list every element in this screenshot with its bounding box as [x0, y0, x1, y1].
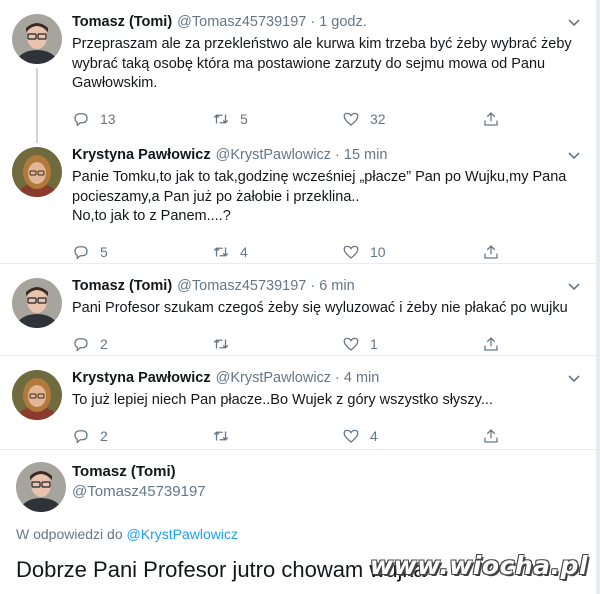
share-button[interactable]: [482, 427, 500, 445]
caret-down-icon[interactable]: [566, 280, 582, 294]
avatar-tomasz[interactable]: [16, 462, 66, 512]
retweet-button[interactable]: 5: [212, 110, 342, 128]
user-handle[interactable]: @KrystPawlowicz: [216, 368, 331, 388]
timestamp[interactable]: 6 min: [319, 276, 354, 296]
avatar-tomasz[interactable]: [12, 14, 62, 64]
tweet-text-line: Panie Tomku,to jak to tak,godzinę wcześn…: [72, 169, 567, 185]
share-button[interactable]: [482, 335, 500, 353]
like-icon: [343, 337, 359, 351]
reply-to-link[interactable]: @KrystPawlowicz: [127, 526, 238, 542]
reply-prefix: W odpowiedzi do: [16, 526, 123, 542]
tweet-2[interactable]: Krystyna Pawłowicz @KrystPawlowicz · 15 …: [0, 133, 600, 264]
separator-dot: ·: [310, 278, 316, 294]
tweet-text-line: To już lepiej niech Pan płacze..Bo Wujek…: [72, 392, 493, 408]
tweet-text-line: wybrać taką osobę która ma postawione za…: [72, 55, 546, 72]
retweet-count: 4: [240, 243, 248, 260]
timestamp[interactable]: 15 min: [344, 145, 388, 165]
tweet-actions: 2 4: [72, 417, 584, 455]
like-button[interactable]: 10: [342, 243, 482, 261]
reply-button[interactable]: 2: [72, 335, 212, 353]
display-name[interactable]: Krystyna Pawłowicz: [72, 145, 211, 165]
separator-dot: ·: [310, 14, 316, 30]
reply-icon: [74, 429, 88, 444]
share-icon: [484, 111, 498, 126]
separator-dot: ·: [335, 370, 340, 386]
caret-down-icon[interactable]: [566, 16, 582, 30]
tweet-4[interactable]: Krystyna Pawłowicz @KrystPawlowicz · 4 m…: [0, 356, 600, 450]
caret-down-icon[interactable]: [566, 149, 582, 163]
reply-count: 13: [100, 110, 116, 127]
like-count: 1: [370, 335, 378, 352]
timestamp[interactable]: 4 min: [344, 368, 379, 388]
display-name[interactable]: Tomasz (Tomi): [72, 276, 172, 296]
reply-icon: [74, 337, 88, 352]
share-icon: [484, 336, 498, 351]
tweet-3[interactable]: Tomasz (Tomi) @Tomasz45739197 · 6 min Pa…: [0, 264, 600, 356]
retweet-count: 5: [240, 110, 248, 127]
tweet-text-line: Gawłowskim.: [72, 75, 158, 91]
display-name[interactable]: Tomasz (Tomi): [72, 12, 172, 32]
reply-count: 2: [100, 335, 108, 352]
tweet-text: Panie Tomku,to jak to tak,godzinę wcześn…: [72, 168, 584, 227]
caret-down-icon[interactable]: [566, 372, 582, 386]
like-icon: [343, 429, 359, 443]
share-button[interactable]: [482, 110, 500, 128]
retweet-button[interactable]: 4: [212, 243, 342, 261]
tweet-1[interactable]: Tomasz (Tomi) @Tomasz45739197 · 1 godz. …: [0, 0, 600, 143]
retweet-icon: [213, 430, 229, 441]
retweet-icon: [213, 338, 229, 349]
like-button[interactable]: 32: [342, 110, 482, 128]
separator-dot: ·: [335, 147, 340, 163]
avatar-tomasz[interactable]: [12, 278, 62, 328]
share-icon: [484, 244, 498, 259]
like-count: 10: [370, 243, 386, 260]
user-handle[interactable]: @Tomasz45739197: [72, 482, 584, 502]
like-icon: [343, 245, 359, 259]
watermark: www.wiocha.pl: [370, 551, 588, 580]
reply-icon: [74, 245, 88, 260]
reply-button[interactable]: 13: [72, 110, 212, 128]
reply-context: W odpowiedzi do @KrystPawlowicz: [16, 526, 584, 542]
reply-count: 5: [100, 243, 108, 260]
user-handle[interactable]: @Tomasz45739197: [177, 276, 306, 296]
user-handle[interactable]: @Tomasz45739197: [177, 12, 306, 32]
reply-icon: [74, 112, 88, 127]
tweet-text-line: Przepraszam ale za przekleństwo ale kurw…: [72, 36, 572, 52]
tweet-text: Pani Profesor szukam czegoś żeby się wyl…: [72, 299, 584, 319]
reply-button[interactable]: 2: [72, 427, 212, 445]
retweet-icon: [213, 246, 229, 257]
tweet-text: Przepraszam ale za przekleństwo ale kurw…: [72, 35, 584, 94]
tweet-text-line: No,to jak to z Panem....?: [72, 208, 231, 224]
tweet-text-line: Pani Profesor szukam czegoś żeby się wyl…: [72, 300, 568, 316]
avatar-krystyna[interactable]: [12, 147, 62, 197]
like-count: 4: [370, 427, 378, 444]
tweet-text-line: pocieszamy,a Pan już po żałobie i przekl…: [72, 188, 360, 205]
like-button[interactable]: 4: [342, 427, 482, 445]
like-count: 32: [370, 110, 386, 127]
share-icon: [484, 428, 498, 443]
display-name[interactable]: Tomasz (Tomi): [72, 463, 176, 480]
share-button[interactable]: [482, 243, 500, 261]
reply-count: 2: [100, 427, 108, 444]
retweet-button[interactable]: [212, 335, 342, 353]
user-handle[interactable]: @KrystPawlowicz: [216, 145, 331, 165]
tweet-actions: 13 5 32: [72, 100, 584, 138]
display-name[interactable]: Krystyna Pawłowicz: [72, 368, 211, 388]
like-button[interactable]: 1: [342, 335, 482, 353]
reply-button[interactable]: 5: [72, 243, 212, 261]
retweet-icon: [213, 113, 229, 124]
retweet-button[interactable]: [212, 427, 342, 445]
thread-line: [36, 68, 38, 143]
avatar-krystyna[interactable]: [12, 370, 62, 420]
timestamp[interactable]: 1 godz.: [319, 12, 367, 32]
tweet-text: To już lepiej niech Pan płacze..Bo Wujek…: [72, 391, 584, 411]
like-icon: [343, 112, 359, 126]
